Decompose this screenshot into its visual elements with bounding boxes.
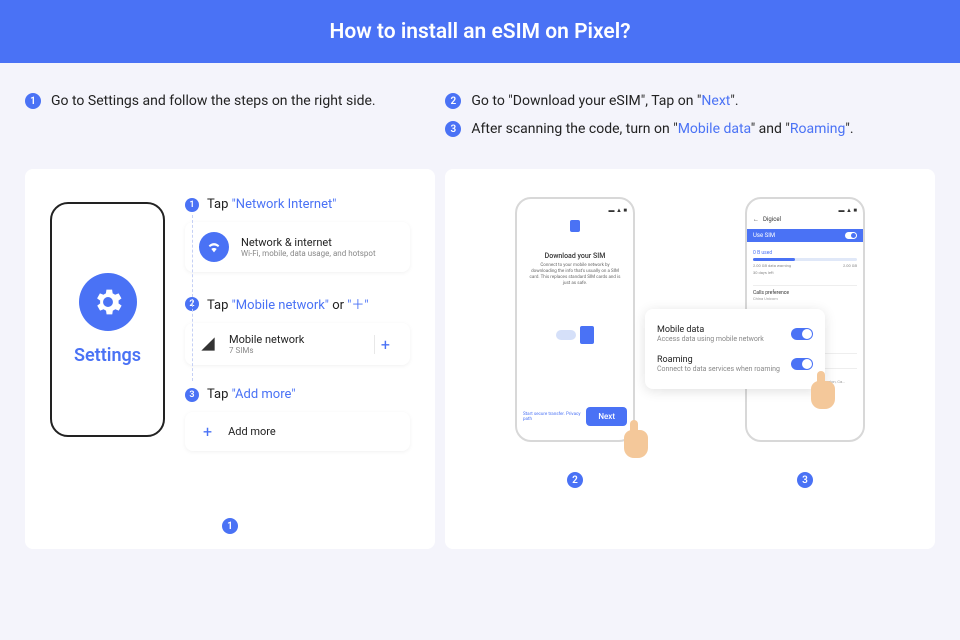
wifi-icon xyxy=(199,232,229,262)
instruction-text: After scanning the code, turn on "Mobile… xyxy=(471,121,853,137)
highlighted-term: Mobile data xyxy=(678,121,751,137)
row-subtitle: 7 SIMs xyxy=(229,346,304,355)
card-number-badge: 2 xyxy=(567,472,583,488)
status-bar: ▬ ▲ ■ xyxy=(753,207,857,214)
row-labels: Network & internet Wi-Fi, mobile, data u… xyxy=(241,236,376,258)
phone-2-wrapper: ▬ ▲ ■ Download your SIM Connect to your … xyxy=(515,197,635,521)
roaming-toggle[interactable] xyxy=(791,358,813,370)
roaming-sub: Connect to data services when roaming xyxy=(657,365,780,373)
mobile-data-sub: Access data using mobile network xyxy=(657,335,764,343)
highlighted-term: Roaming xyxy=(790,121,846,137)
setting-row-addmore[interactable]: + Add more xyxy=(185,412,410,451)
substep-number: 3 xyxy=(185,388,199,402)
step-number-badge: 1 xyxy=(25,93,41,109)
plus-icon: + xyxy=(203,422,212,441)
instruction-right: 2 Go to "Download your eSIM", Tap on "Ne… xyxy=(445,93,935,149)
download-footer: Start secure transfer. Privacy path Next xyxy=(523,407,627,426)
download-desc: Connect to your mobile network by downlo… xyxy=(523,263,627,286)
carrier-header: ← Digicel xyxy=(753,214,857,225)
cloud-graphic xyxy=(523,326,627,344)
gear-icon xyxy=(79,273,137,331)
progress-bar xyxy=(753,258,857,261)
phone-mockup-settings: Settings xyxy=(50,202,165,437)
hand-pointer-icon xyxy=(811,381,835,409)
mobile-data-label: Mobile data xyxy=(657,325,764,335)
row-labels: Mobile network 7 SIMs xyxy=(229,333,304,355)
substeps-column: 1 Tap "Network Internet" Network & inter… xyxy=(185,197,410,521)
substep-1: 1 Tap "Network Internet" Network & inter… xyxy=(185,197,410,272)
roaming-row[interactable]: Roaming Connect to data services when ro… xyxy=(657,349,813,379)
substep-header: 1 Tap "Network Internet" xyxy=(185,197,410,212)
instruction-line: 3 After scanning the code, turn on "Mobi… xyxy=(445,121,935,137)
instruction-left: 1 Go to Settings and follow the steps on… xyxy=(25,93,425,149)
card-number-badge: 3 xyxy=(797,472,813,488)
setting-row-mobile[interactable]: Mobile network 7 SIMs + xyxy=(185,323,410,365)
data-roaming-popup: Mobile data Access data using mobile net… xyxy=(645,309,825,389)
connector-line xyxy=(192,215,193,381)
highlighted-term: Next xyxy=(701,93,730,109)
toggle-on-icon xyxy=(845,232,857,239)
plus-icon[interactable]: + xyxy=(374,335,396,354)
page-header: How to install an eSIM on Pixel? xyxy=(0,0,960,63)
privacy-link[interactable]: Start secure transfer. Privacy path xyxy=(523,412,586,422)
substep-text: Tap "Add more" xyxy=(207,387,295,402)
substep-3: 3 Tap "Add more" + Add more xyxy=(185,387,410,451)
page-title: How to install an eSIM on Pixel? xyxy=(329,20,630,44)
card-number-badge: 1 xyxy=(222,518,238,534)
instruction-line: 2 Go to "Download your eSIM", Tap on "Ne… xyxy=(445,93,935,109)
row-title: Mobile network xyxy=(229,333,304,346)
card-steps-2-3: ▬ ▲ ■ Download your SIM Connect to your … xyxy=(445,169,935,549)
substep-number: 1 xyxy=(185,198,199,212)
cloud-icon xyxy=(556,330,576,340)
mobile-data-row[interactable]: Mobile data Access data using mobile net… xyxy=(657,319,813,349)
substep-text: Tap "Network Internet" xyxy=(207,197,336,212)
status-bar: ▬ ▲ ■ xyxy=(523,207,627,214)
phone-mockup-download: ▬ ▲ ■ Download your SIM Connect to your … xyxy=(515,197,635,442)
cards-container: Settings 1 Tap "Network Internet" Networ… xyxy=(0,169,960,549)
next-button[interactable]: Next xyxy=(586,407,627,426)
substep-header: 2 Tap "Mobile network" or "＋" xyxy=(185,294,410,313)
step-number-badge: 3 xyxy=(445,121,461,137)
substep-header: 3 Tap "Add more" xyxy=(185,387,410,402)
row-subtitle: Wi-Fi, mobile, data usage, and hotspot xyxy=(241,249,376,258)
signal-icon xyxy=(199,335,217,353)
instruction-text: Go to Settings and follow the steps on t… xyxy=(51,93,376,109)
calls-pref-row[interactable]: Calls preferenceChina Unicom xyxy=(753,285,857,305)
substep-text: Tap "Mobile network" or "＋" xyxy=(207,294,369,313)
row-title: Add more xyxy=(228,425,276,438)
mobile-data-toggle[interactable] xyxy=(791,328,813,340)
settings-label: Settings xyxy=(74,345,141,366)
instruction-text: Go to "Download your eSIM", Tap on "Next… xyxy=(471,93,738,109)
use-sim-bar[interactable]: Use SIM xyxy=(747,229,863,242)
card-step-1: Settings 1 Tap "Network Internet" Networ… xyxy=(25,169,435,549)
hand-pointer-icon xyxy=(624,430,648,458)
instructions-row: 1 Go to Settings and follow the steps on… xyxy=(0,63,960,169)
row-title: Network & internet xyxy=(241,236,376,249)
roaming-label: Roaming xyxy=(657,355,780,365)
step-number-badge: 2 xyxy=(445,93,461,109)
row-labels: Add more xyxy=(228,425,276,438)
sim-icon xyxy=(580,326,594,344)
lock-icon xyxy=(570,220,580,232)
setting-row-network[interactable]: Network & internet Wi-Fi, mobile, data u… xyxy=(185,222,410,272)
download-title: Download your SIM xyxy=(523,252,627,260)
data-usage: 0 B used 2.00 GB data warning2.00 GB 30 … xyxy=(753,246,857,279)
substep-2: 2 Tap "Mobile network" or "＋" Mobile net… xyxy=(185,294,410,365)
